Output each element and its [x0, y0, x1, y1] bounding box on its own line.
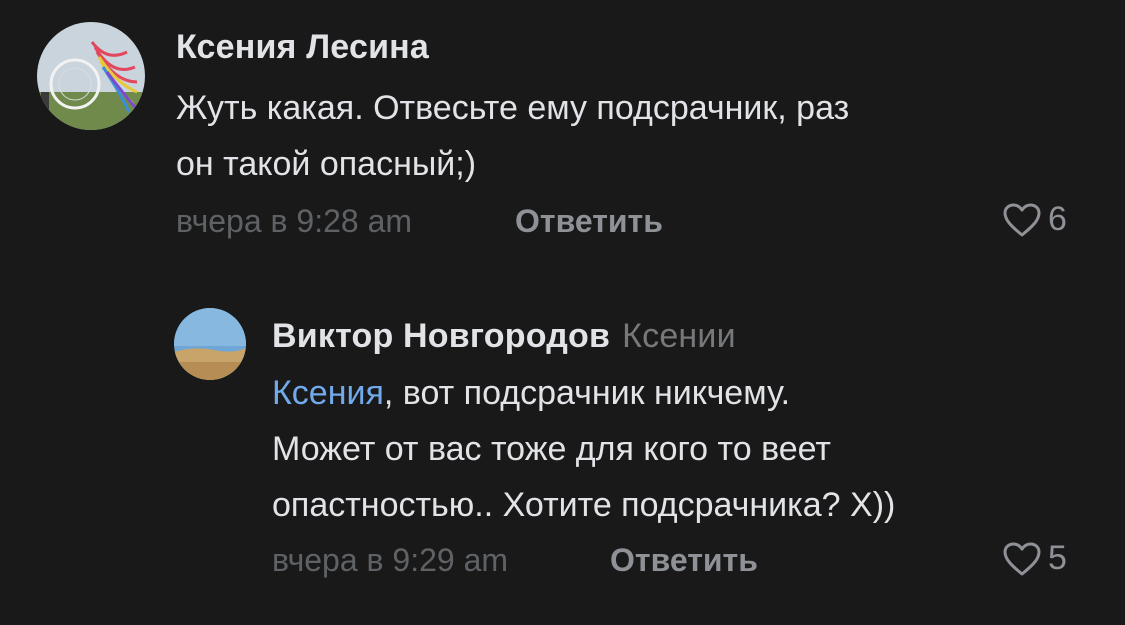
comment-text: Ксения, вот подсрачник никчему. Может от… [272, 365, 895, 533]
comment-author-name[interactable]: Виктор Новгородов [272, 317, 610, 355]
comment-author[interactable]: Ксения Лесина [176, 28, 429, 67]
like-count: 5 [1048, 539, 1067, 577]
avatar[interactable] [174, 308, 246, 380]
dreamcatcher-photo-avatar [37, 22, 145, 130]
avatar[interactable] [37, 22, 145, 130]
comment-text-line: Ксения, вот подсрачник никчему. [272, 365, 895, 421]
like-count: 6 [1048, 200, 1067, 238]
comment-timestamp: вчера в 9:28 am [176, 203, 413, 239]
reply-button[interactable]: Ответить [515, 203, 663, 240]
comment-text-line: он такой опасный;) [176, 145, 477, 183]
comment-text-line: опастностью.. Хотите подсрачника? Х)) [272, 486, 896, 524]
comment-text-line: Жуть какая. Отвесьте ему подсрачник, раз [176, 89, 850, 127]
reply-to-label[interactable]: Ксении [622, 317, 736, 355]
comment-reply: Виктор Новгородов Ксении Ксения, вот подс… [0, 280, 1125, 625]
reply-button[interactable]: Ответить [610, 542, 758, 579]
comment-author: Виктор Новгородов Ксении [272, 317, 736, 356]
comment-timestamp: вчера в 9:29 am [272, 542, 509, 578]
like-button[interactable]: 5 [1002, 539, 1067, 578]
comment: Ксения Лесина Жуть какая. Отвесьте ему п… [0, 0, 1125, 280]
comment-text: Жуть какая. Отвесьте ему подсрачник, раз… [176, 80, 849, 192]
comment-text-fragment: , вот подсрачник никчему. [383, 374, 791, 412]
heart-outline-icon [1003, 542, 1041, 575]
mention-link[interactable]: Ксения [272, 374, 384, 412]
comment-text-line: Может от вас тоже для кого то веет [272, 430, 832, 468]
desert-landscape-photo-avatar [174, 308, 246, 380]
heart-outline-icon [1003, 203, 1041, 236]
like-button[interactable]: 6 [1002, 200, 1067, 239]
